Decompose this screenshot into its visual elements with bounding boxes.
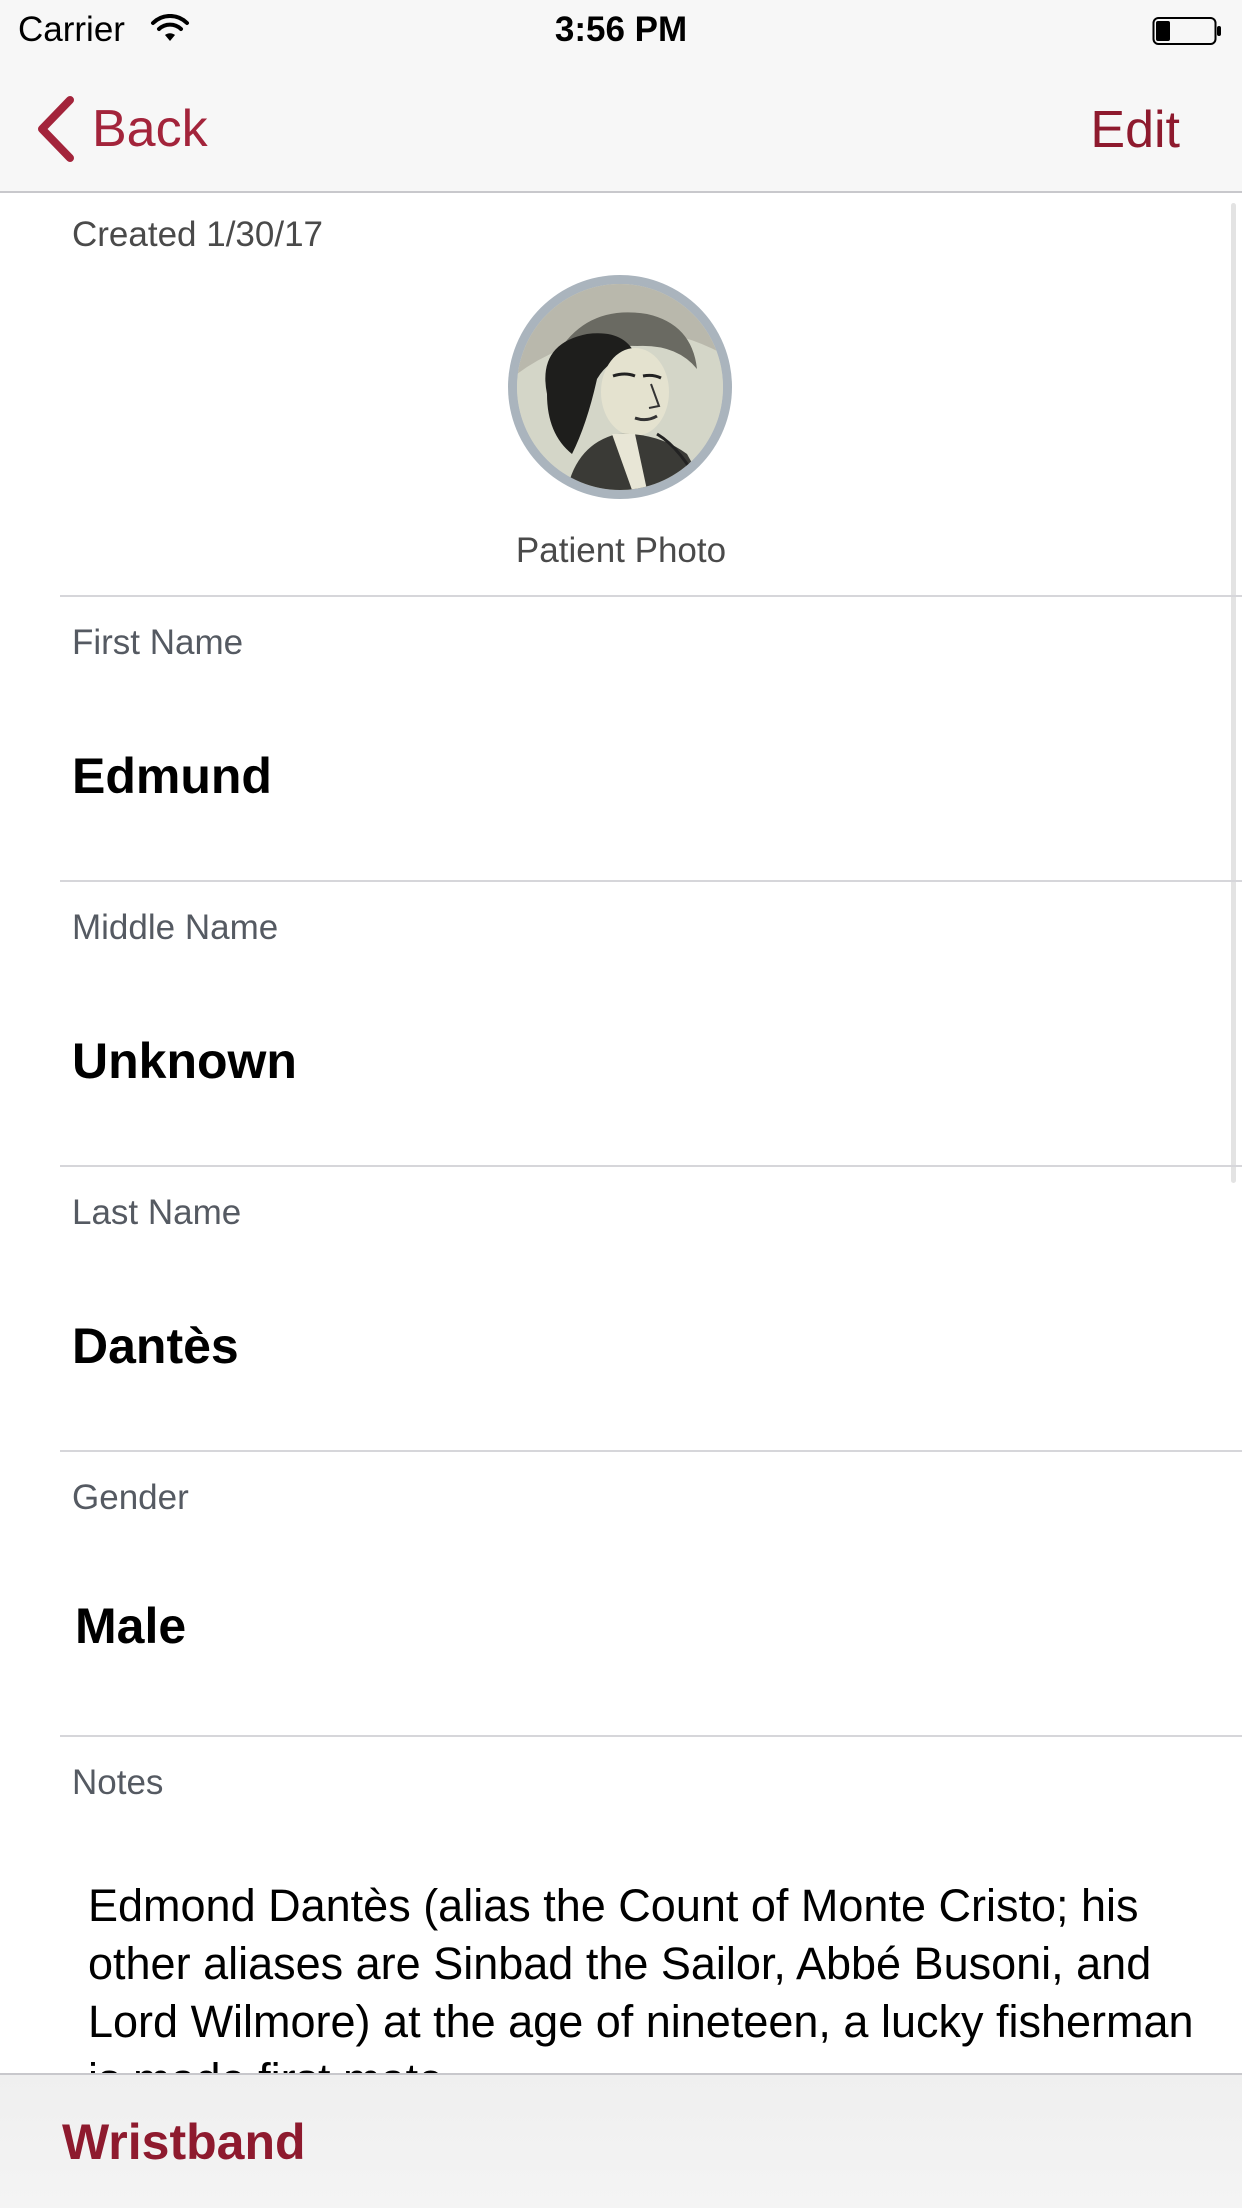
status-time: 3:56 PM	[554, 10, 688, 49]
portrait-illustration	[517, 284, 723, 490]
status-bar: Carrier 3:56 PM	[0, 0, 1242, 60]
back-label: Back	[92, 100, 208, 158]
gender-field[interactable]: Gender Male	[60, 1450, 1242, 1735]
last-name-value: Dantès	[72, 1318, 239, 1374]
patient-detail-list[interactable]: Created 1/30/17 Patient Photo First Name…	[0, 193, 1242, 2073]
notes-label: Notes	[72, 1763, 164, 1802]
gender-value: Male	[75, 1598, 187, 1654]
first-name-value: Edmund	[72, 748, 272, 804]
chevron-left-icon	[38, 96, 74, 162]
first-name-field[interactable]: First Name Edmund	[60, 595, 1242, 880]
created-date: Created 1/30/17	[72, 215, 324, 254]
bottom-toolbar: Wristband	[0, 2073, 1242, 2208]
wristband-button[interactable]: Wristband	[62, 2113, 306, 2171]
last-name-label: Last Name	[72, 1193, 242, 1232]
patient-detail-screen: Carrier 3:56 PM Back Edit Created 1/30/1…	[0, 0, 1242, 2208]
gender-label: Gender	[72, 1478, 189, 1517]
first-name-label: First Name	[72, 623, 244, 662]
last-name-field[interactable]: Last Name Dantès	[60, 1165, 1242, 1450]
edit-button[interactable]: Edit	[1090, 100, 1180, 160]
middle-name-field[interactable]: Middle Name Unknown	[60, 880, 1242, 1165]
battery-icon	[1152, 17, 1221, 45]
back-button[interactable]: Back	[34, 94, 208, 164]
patient-photo[interactable]	[508, 275, 732, 499]
navigation-bar: Back Edit	[0, 60, 1242, 193]
notes-field[interactable]: Notes Edmond Dantès (alias the Count of …	[60, 1735, 1242, 2073]
notes-text[interactable]: Edmond Dantès (alias the Count of Monte …	[88, 1877, 1198, 2073]
patient-photo-image	[517, 284, 723, 490]
middle-name-value: Unknown	[72, 1033, 297, 1089]
middle-name-label: Middle Name	[72, 908, 279, 947]
patient-photo-label: Patient Photo	[515, 531, 727, 570]
